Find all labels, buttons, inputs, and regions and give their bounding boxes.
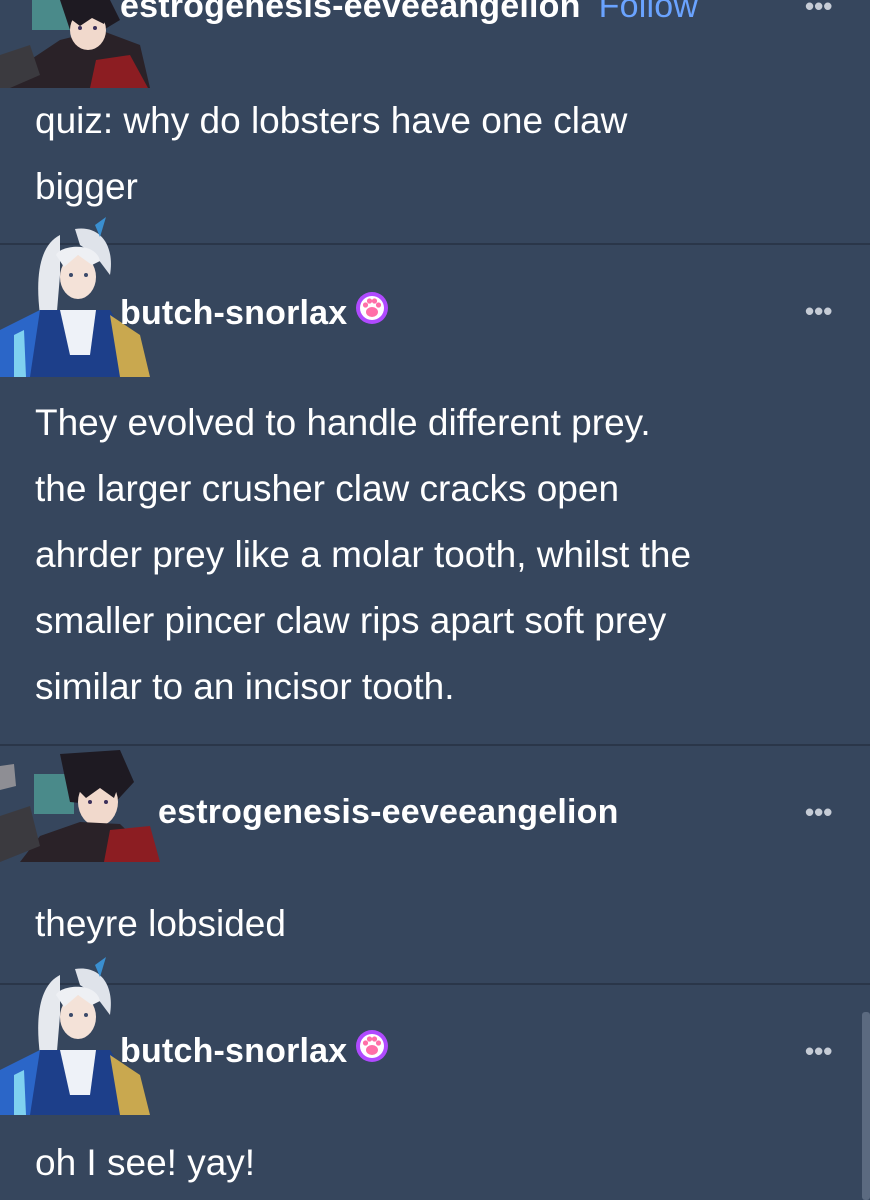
ellipsis-icon[interactable]: •••: [805, 0, 832, 19]
post-body: quiz: why do lobsters have one claw bigg…: [35, 88, 855, 220]
username-row: butch-snorlax: [120, 291, 389, 337]
post-body: They evolved to handle different prey. t…: [35, 390, 855, 720]
post-line: They evolved to handle different prey.: [35, 402, 651, 443]
post-line: similar to an incisor tooth.: [35, 666, 455, 707]
username[interactable]: butch-snorlax: [120, 1032, 347, 1070]
post-line: the larger crusher claw cracks open: [35, 468, 620, 509]
follow-button[interactable]: Follow: [599, 0, 698, 25]
post-body: oh I see! yay!: [35, 1130, 855, 1196]
post-line: bigger: [35, 166, 138, 207]
reblog-post-4: butch-snorlax ••• oh I see! yay!: [0, 957, 870, 1200]
ellipsis-icon[interactable]: •••: [805, 799, 832, 825]
username-row: butch-snorlax: [120, 1029, 389, 1075]
reblog-post-3: estrogenesis-eeveeangelion ••• theyre lo…: [0, 746, 870, 984]
reblog-post-2: butch-snorlax ••• They evolved to handle…: [0, 217, 870, 745]
post-line: quiz: why do lobsters have one claw: [35, 100, 628, 141]
post-line: theyre lobsided: [35, 903, 286, 944]
ellipsis-icon[interactable]: •••: [805, 298, 832, 324]
username[interactable]: butch-snorlax: [120, 294, 347, 332]
avatar[interactable]: [0, 746, 160, 862]
reblog-post-1: estrogenesis-eeveeangelion Follow ••• qui…: [0, 0, 870, 244]
post-line: ahrder prey like a molar tooth, whilst t…: [35, 534, 692, 575]
ellipsis-icon[interactable]: •••: [805, 1038, 832, 1064]
post-body: theyre lobsided: [35, 891, 855, 957]
paw-badge-icon: [355, 1029, 389, 1072]
tumblr-thread: estrogenesis-eeveeangelion Follow ••• qui…: [0, 0, 870, 1200]
post-line: smaller pincer claw rips apart soft prey: [35, 600, 667, 641]
username-row: estrogenesis-eeveeangelion Follow: [120, 0, 698, 26]
username[interactable]: estrogenesis-eeveeangelion: [158, 793, 619, 831]
paw-badge-icon: [355, 291, 389, 334]
post-line: oh I see! yay!: [35, 1142, 256, 1183]
username[interactable]: estrogenesis-eeveeangelion: [120, 0, 581, 25]
scrollbar[interactable]: [862, 1012, 870, 1200]
username-row: estrogenesis-eeveeangelion: [158, 792, 619, 832]
